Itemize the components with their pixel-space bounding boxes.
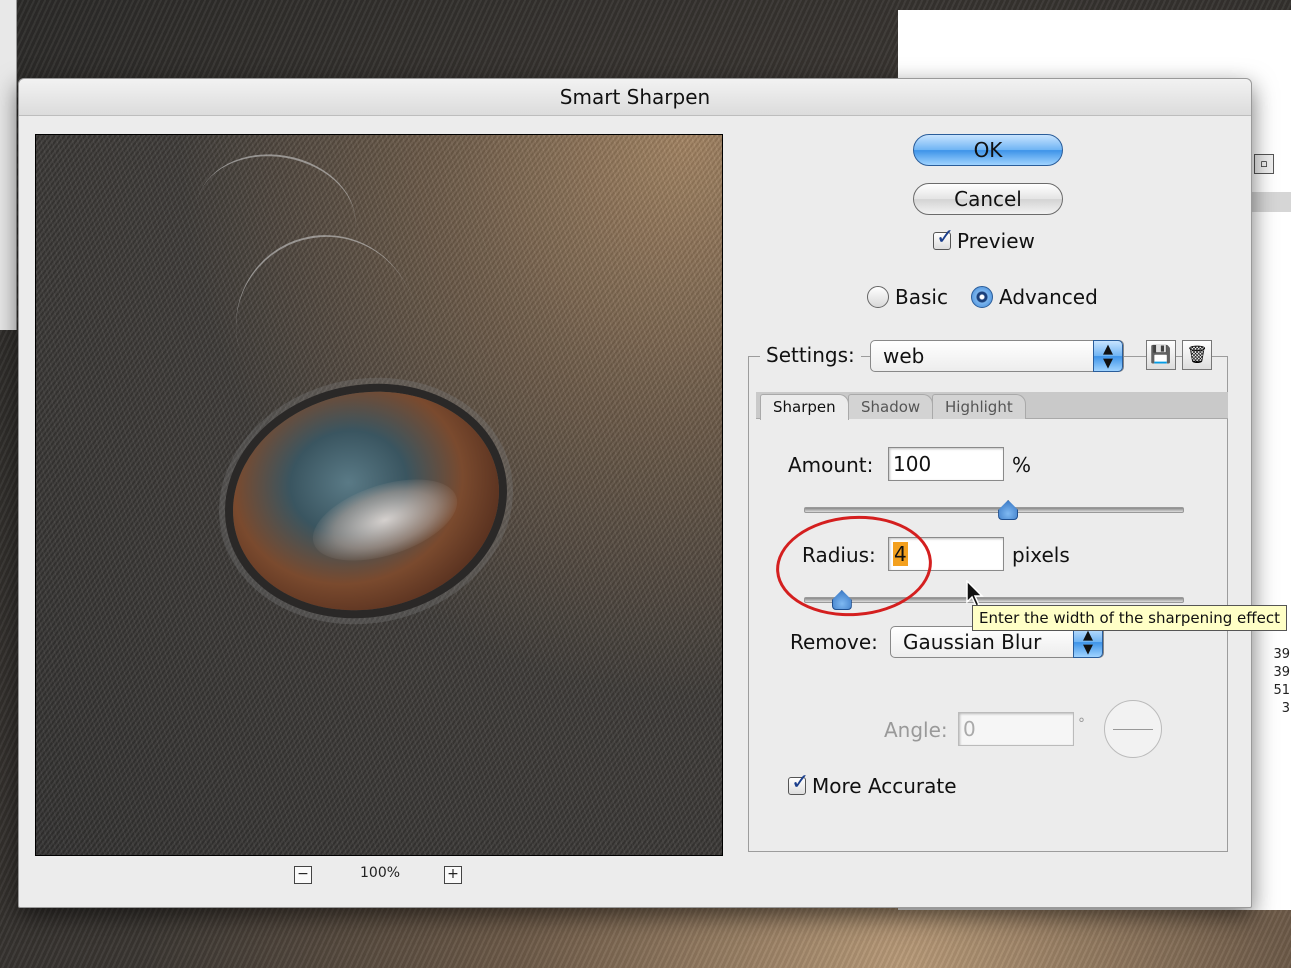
tab-highlight[interactable]: Highlight — [932, 394, 1026, 419]
ok-button[interactable]: OK — [913, 134, 1063, 166]
more-accurate-label: More Accurate — [812, 774, 957, 798]
zoom-in-button[interactable]: + — [444, 866, 462, 884]
check-icon: ✓ — [791, 770, 810, 795]
basic-label: Basic — [895, 285, 948, 309]
radius-slider-track[interactable] — [804, 597, 1184, 603]
preview-checkbox[interactable]: ✓ Preview — [933, 226, 1035, 253]
angle-input[interactable]: 0 — [958, 712, 1074, 746]
remove-label: Remove: — [790, 630, 878, 654]
zoom-level: 100% — [360, 865, 401, 881]
radio-button-selected[interactable] — [971, 286, 993, 308]
tab-sharpen[interactable]: Sharpen — [760, 394, 849, 420]
amount-label: Amount: — [788, 453, 874, 477]
tooltip: Enter the width of the sharpening effect — [972, 605, 1287, 631]
amount-input[interactable]: 100 — [888, 447, 1004, 481]
radius-input[interactable]: 4 — [888, 537, 1004, 571]
panel-numbers: 39 39 51 3 — [1260, 646, 1290, 718]
settings-label: Settings: — [760, 343, 861, 367]
popup-arrows-icon[interactable]: ▲ ▼ — [1093, 340, 1123, 372]
angle-dial[interactable] — [1104, 700, 1162, 758]
settings-select[interactable]: web ▲ ▼ — [870, 340, 1124, 372]
amount-unit: % — [1012, 453, 1032, 477]
panel-number: 39 — [1273, 665, 1290, 680]
tab-bar: Sharpen Shadow Highlight — [756, 392, 1228, 420]
settings-value: web — [883, 344, 925, 368]
save-settings-icon[interactable]: 💾 — [1146, 340, 1176, 370]
check-icon: ✓ — [936, 225, 955, 250]
panel-menu-icon[interactable]: ▫ — [1254, 154, 1274, 174]
trash-icon[interactable]: 🗑 — [1182, 340, 1212, 370]
advanced-radio[interactable]: Advanced — [971, 285, 1098, 309]
preview-image[interactable] — [35, 134, 723, 856]
checkbox-box[interactable]: ✓ — [788, 771, 809, 795]
angle-unit: ° — [1078, 716, 1085, 732]
radius-label: Radius: — [802, 543, 876, 567]
panel-strip — [1250, 192, 1291, 212]
toolbox-strip — [0, 0, 17, 330]
panel-number: 51 — [1273, 683, 1290, 698]
more-accurate-checkbox[interactable]: ✓ More Accurate — [788, 771, 957, 798]
preview-label: Preview — [957, 229, 1035, 253]
panel-number: 3 — [1281, 701, 1290, 716]
cancel-button[interactable]: Cancel — [913, 183, 1063, 215]
remove-value: Gaussian Blur — [903, 630, 1042, 654]
advanced-label: Advanced — [999, 285, 1098, 309]
radius-unit: pixels — [1012, 543, 1070, 567]
zoom-controls: − 100% + — [294, 865, 464, 887]
radio-button[interactable] — [867, 286, 889, 308]
amount-slider-track[interactable] — [804, 507, 1184, 513]
basic-radio[interactable]: Basic — [867, 285, 948, 309]
checkbox-box[interactable]: ✓ — [933, 226, 954, 250]
zoom-out-button[interactable]: − — [294, 866, 312, 884]
panel-number: 39 — [1273, 647, 1290, 662]
angle-label: Angle: — [884, 718, 948, 742]
dialog-title[interactable]: Smart Sharpen — [19, 79, 1251, 116]
tab-shadow[interactable]: Shadow — [848, 394, 934, 419]
radius-value-selected: 4 — [893, 542, 908, 566]
